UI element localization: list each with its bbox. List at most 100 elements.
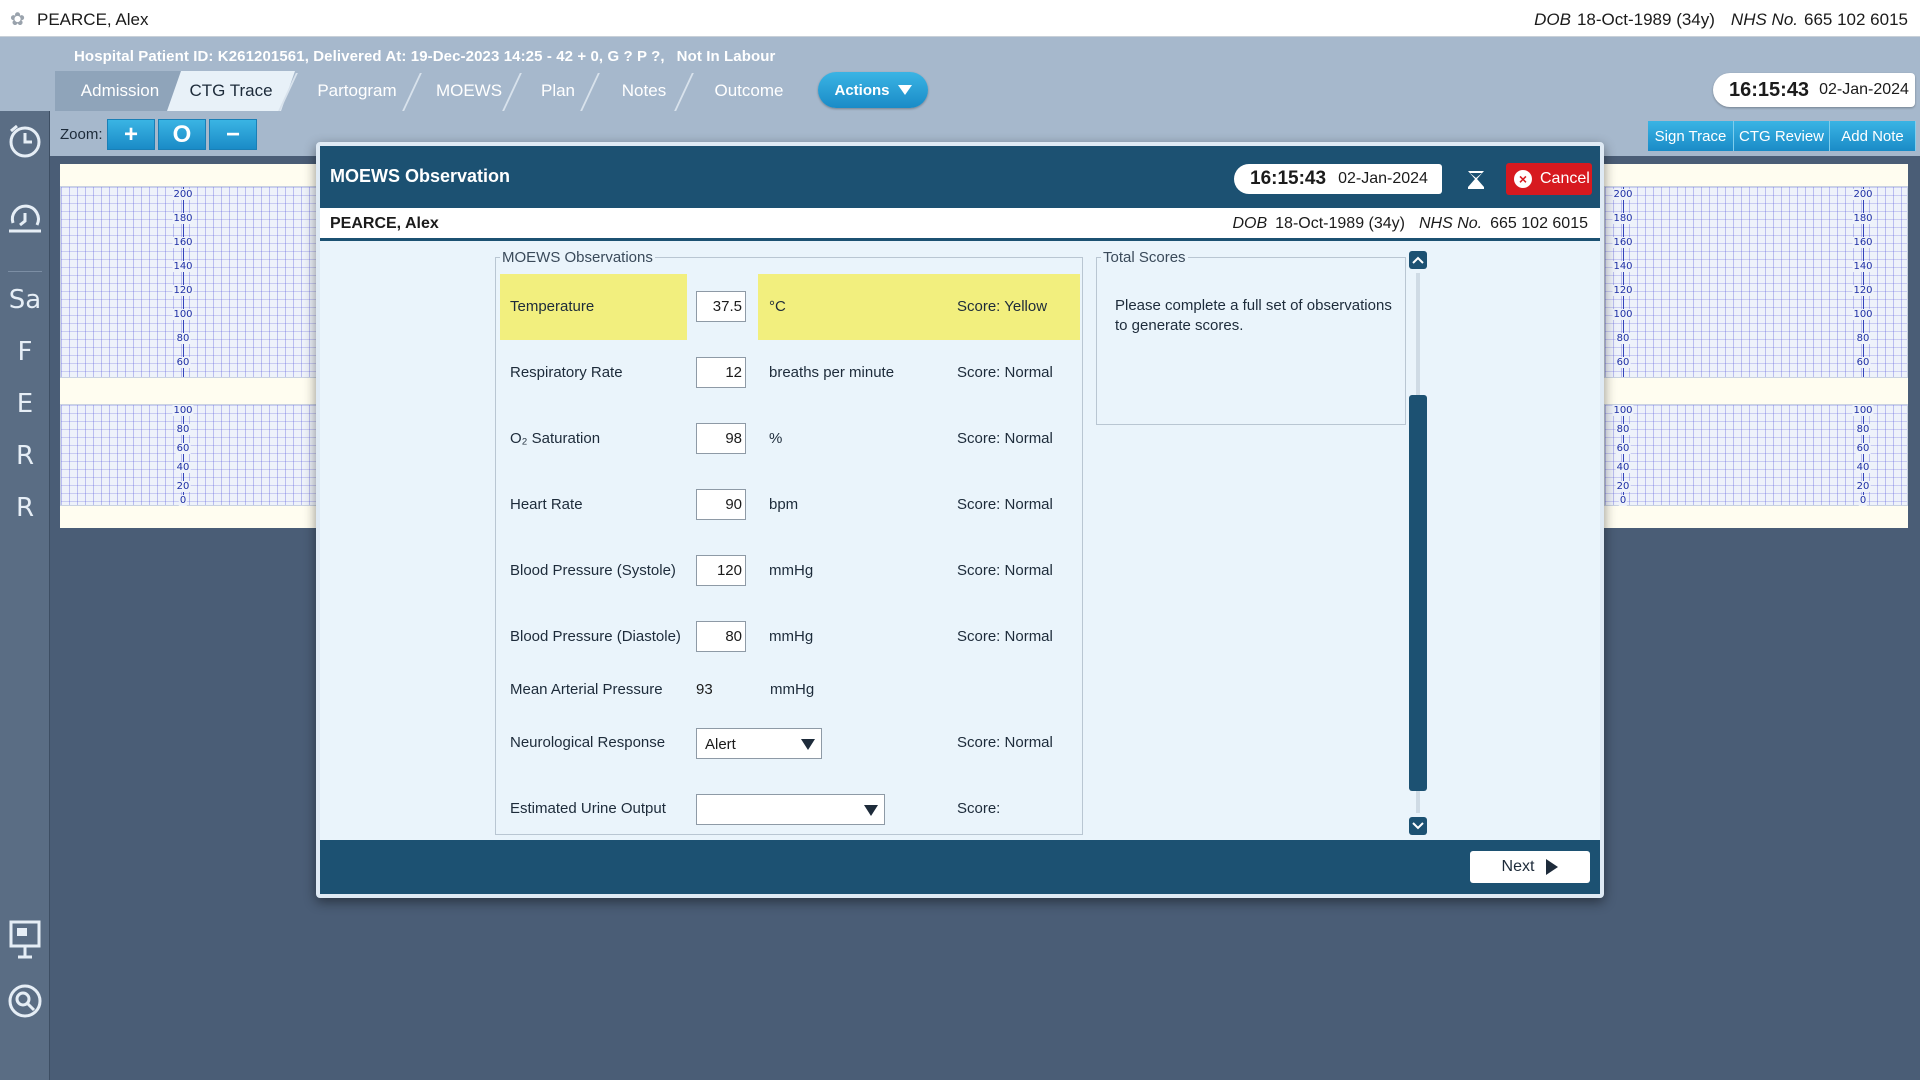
admission-info: Hospital Patient ID: K261201561, Deliver… <box>74 48 775 65</box>
tab-notes-label: Notes <box>621 81 667 100</box>
fhr-tick-left: 140 <box>172 261 194 272</box>
obs-row-respiratory-rate: Respiratory Rate 12 breaths per minute S… <box>496 340 1084 406</box>
fhr-tick-right: 60 <box>1615 357 1631 368</box>
cancel-button[interactable]: × Cancel <box>1506 163 1592 195</box>
obs-label: O₂ Saturation <box>510 430 601 447</box>
toco-tick-right: 0 <box>1618 495 1628 506</box>
header-clock: 16:15:43 02-Jan-2024 <box>1713 73 1915 107</box>
toco-tick-left: 0 <box>178 495 188 506</box>
add-note-button[interactable]: Add Note <box>1830 121 1916 151</box>
clock-icon[interactable] <box>0 123 50 166</box>
fhr-tick-left: 200 <box>172 189 194 200</box>
toco-tick-right: 100 <box>1852 405 1874 416</box>
fhr-tick-left: 120 <box>172 285 194 296</box>
zoom-in-button[interactable]: + <box>107 119 155 150</box>
observation-date: 02-Jan-2024 <box>1338 170 1428 187</box>
toco-tick-right: 20 <box>1615 481 1631 492</box>
zoom-label: Zoom: <box>60 126 103 143</box>
tab-admission[interactable]: Admission <box>55 71 185 111</box>
obs-unit: % <box>769 430 783 447</box>
history-clock-icon[interactable] <box>0 201 50 244</box>
rail-item-f[interactable]: F <box>0 337 50 367</box>
scroll-thumb[interactable] <box>1409 395 1427 791</box>
dob-label: DOB <box>1534 10 1571 29</box>
toco-grid-left: 100 80 60 40 20 0 <box>60 404 318 506</box>
scroll-up-button[interactable] <box>1409 251 1427 269</box>
fhr-grid-left: 200 180 160 140 120 100 80 60 <box>60 186 318 378</box>
fhr-tick-right: 160 <box>1612 237 1634 248</box>
tab-outcome[interactable]: Outcome <box>691 71 807 111</box>
neurological-response-select[interactable]: Alert <box>696 728 822 759</box>
nhs-value: 665 102 6015 <box>1804 10 1908 29</box>
fhr-tick-right: 60 <box>1855 357 1871 368</box>
tab-moews-label: MOEWS <box>435 81 503 100</box>
rail-item-r1[interactable]: R <box>0 441 50 471</box>
rail-item-r2[interactable]: R <box>0 493 50 523</box>
header-time: 16:15:43 <box>1729 78 1810 101</box>
tab-plan-label: Plan <box>540 81 576 100</box>
tab-admission-label: Admission <box>80 81 160 100</box>
tab-ctg-trace[interactable]: CTG Trace <box>167 71 295 111</box>
o2-saturation-input[interactable]: 98 <box>696 423 746 454</box>
obs-score: Score: Normal <box>957 364 1053 381</box>
toco-tick-right: 60 <box>1615 443 1631 454</box>
next-button[interactable]: Next <box>1470 851 1590 883</box>
zoom-out-button[interactable]: − <box>209 119 257 150</box>
neurological-response-value: Alert <box>705 736 736 753</box>
sign-trace-button[interactable]: Sign Trace <box>1648 121 1734 151</box>
fhr-tick-left: 180 <box>172 213 194 224</box>
toco-grid-right: 100 80 60 40 20 0 100 80 60 40 20 0 <box>1604 404 1908 506</box>
fhr-tick-right: 80 <box>1855 333 1871 344</box>
fhr-tick-left: 80 <box>175 333 191 344</box>
obs-row-estimated-urine-output: Estimated Urine Output Score: <box>496 776 1084 842</box>
rail-item-sa[interactable]: Sa <box>0 285 50 315</box>
fhr-tick-right: 180 <box>1612 213 1634 224</box>
obs-unit: breaths per minute <box>769 364 895 381</box>
obs-label: Temperature <box>510 298 595 315</box>
close-icon: × <box>1514 170 1532 188</box>
toco-tick-left: 20 <box>175 481 191 492</box>
scroll-down-button[interactable] <box>1409 817 1427 835</box>
tab-outcome-label: Outcome <box>714 81 784 100</box>
rail-item-e[interactable]: E <box>0 389 50 419</box>
obs-score: Score: Normal <box>957 562 1053 579</box>
dropdown-arrow-icon <box>897 85 912 95</box>
urine-output-select[interactable] <box>696 794 885 825</box>
temperature-input[interactable]: 37.5 <box>696 291 746 322</box>
presentation-icon[interactable] <box>0 919 50 966</box>
fhr-tick-right: 200 <box>1852 189 1874 200</box>
fhr-tick-left: 60 <box>175 357 191 368</box>
toco-tick-right: 20 <box>1855 481 1871 492</box>
labour-status: Not In Labour <box>676 48 776 65</box>
tab-partogram[interactable]: Partogram <box>295 71 419 111</box>
toco-tick-right: 40 <box>1855 462 1871 473</box>
fhr-tick-left: 160 <box>172 237 194 248</box>
fhr-grid-right: 200 180 160 140 120 100 80 60 200 180 16… <box>1604 186 1908 378</box>
obs-row-neurological-response: Neurological Response Alert Score: Norma… <box>496 710 1084 776</box>
observation-datetime[interactable]: 16:15:43 02-Jan-2024 <box>1234 164 1442 194</box>
hourglass-icon[interactable] <box>1466 170 1486 190</box>
obs-row-bp-systole: Blood Pressure (Systole) 120 mmHg Score:… <box>496 538 1084 604</box>
dialog-title: MOEWS Observation <box>330 166 511 186</box>
obs-label: Blood Pressure (Diastole) <box>510 628 681 645</box>
search-icon[interactable] <box>0 983 50 1026</box>
dialog-patient-bar: PEARCE, Alex DOB 18-Oct-1989 (34y) NHS No.… <box>320 208 1600 241</box>
cancel-label: Cancel <box>1540 170 1590 187</box>
bp-systole-input[interactable]: 120 <box>696 555 746 586</box>
zoom-reset-button[interactable]: O <box>158 119 206 150</box>
ctg-review-button[interactable]: CTG Review <box>1734 121 1830 151</box>
fhr-tick-right: 100 <box>1612 309 1634 320</box>
obs-score: Score: Normal <box>957 628 1053 645</box>
actions-button[interactable]: Actions <box>818 72 928 108</box>
bp-diastole-input[interactable]: 80 <box>696 621 746 652</box>
fhr-tick-right: 140 <box>1612 261 1634 272</box>
heart-rate-input[interactable]: 90 <box>696 489 746 520</box>
obs-score: Score: Yellow <box>957 298 1048 315</box>
respiratory-rate-input[interactable]: 12 <box>696 357 746 388</box>
chevron-down-icon <box>1412 822 1424 830</box>
dialog-scrollbar[interactable] <box>1408 251 1428 837</box>
obs-unit: bpm <box>769 496 799 513</box>
patient-name: PEARCE, Alex <box>37 10 149 29</box>
tab-plan[interactable]: Plan <box>519 71 597 111</box>
ctg-trace-left: 200 180 160 140 120 100 80 60 100 80 60 … <box>60 164 318 528</box>
